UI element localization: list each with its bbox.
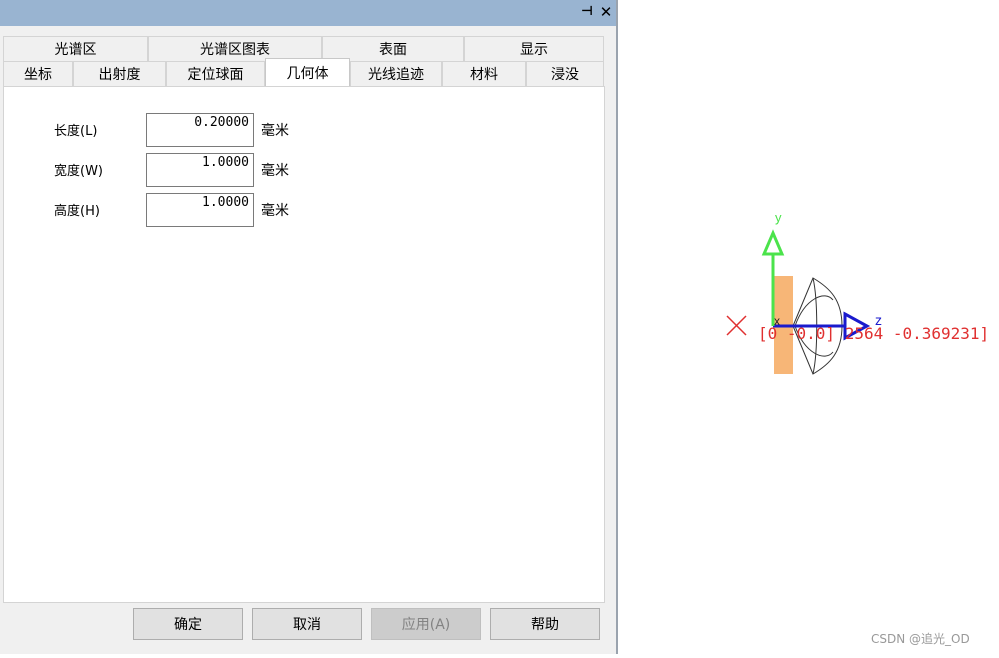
- scene-svg: z y x [0 -0.0] 2564 -0.369231]: [726, 210, 989, 375]
- ok-button[interactable]: 确定: [133, 608, 243, 640]
- tab-immersion[interactable]: 浸没: [526, 61, 604, 86]
- watermark: CSDN @追光_OD: [871, 632, 970, 646]
- length-label: 长度(L): [54, 124, 98, 139]
- tab-emittance[interactable]: 出射度: [73, 61, 166, 86]
- properties-dialog: ⊣ ✕ 光谱区 光谱区图表 表面 显示 坐标 出射度 定位球面 几何体 光线追迹…: [0, 0, 618, 654]
- width-label: 宽度(W): [54, 164, 103, 179]
- height-unit: 毫米: [261, 203, 289, 219]
- coordinate-readout: [0 -0.0] 2564 -0.369231]: [758, 324, 989, 343]
- height-label: 高度(H): [54, 204, 100, 219]
- y-axis-label: y: [775, 210, 782, 225]
- width-unit: 毫米: [261, 163, 289, 179]
- tab-spectrum[interactable]: 光谱区: [3, 36, 148, 61]
- close-icon[interactable]: ✕: [598, 3, 614, 21]
- tab-ray-trace[interactable]: 光线追迹: [350, 61, 442, 86]
- geometry-tab-content: 长度(L) 0.20000 毫米 宽度(W) 1.0000 毫米 高度(H) 1…: [3, 86, 605, 603]
- length-unit: 毫米: [261, 123, 289, 139]
- help-button[interactable]: 帮助: [490, 608, 600, 640]
- y-axis-arrow-icon: [761, 229, 785, 256]
- 3d-viewport[interactable]: z y x [0 -0.0] 2564 -0.369231]: [620, 0, 999, 654]
- tab-geometry[interactable]: 几何体: [265, 58, 350, 86]
- tab-locate-sphere[interactable]: 定位球面: [166, 61, 265, 86]
- height-input[interactable]: 1.0000: [146, 193, 254, 227]
- pin-icon[interactable]: ⊣: [580, 4, 594, 20]
- tab-display[interactable]: 显示: [464, 36, 604, 61]
- tab-row-2: 坐标 出射度 定位球面 几何体 光线追迹 材料 浸没: [3, 58, 604, 86]
- cross-marker-icon: [726, 315, 747, 336]
- tab-coordinates[interactable]: 坐标: [3, 61, 73, 86]
- width-input[interactable]: 1.0000: [146, 153, 254, 187]
- tab-material[interactable]: 材料: [442, 61, 526, 86]
- title-bar: ⊣ ✕: [0, 0, 616, 26]
- cancel-button[interactable]: 取消: [252, 608, 362, 640]
- length-input[interactable]: 0.20000: [146, 113, 254, 147]
- apply-button[interactable]: 应用(A): [371, 608, 481, 640]
